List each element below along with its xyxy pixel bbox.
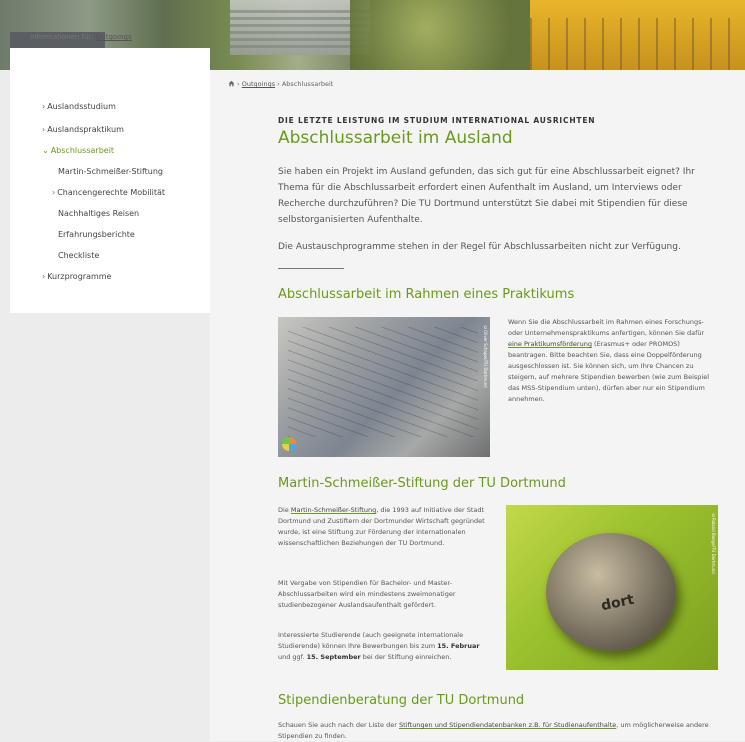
lab-whiteboard-image: ©Oliver Schaper/TU Dortmund bbox=[278, 317, 490, 457]
text-fragment: bei der Stiftung einreichen. bbox=[360, 653, 452, 661]
sidebar-item-label: Chancengerechte Mobilität bbox=[57, 188, 166, 197]
chevron-right-icon: › bbox=[42, 102, 46, 111]
chevron-right-icon: › bbox=[42, 272, 46, 281]
sidebar-item-martin-schmeisser[interactable]: Martin-Schmeißer-Stiftung bbox=[58, 167, 163, 176]
sidebar-item-label: Kurzprogramme bbox=[47, 272, 112, 281]
medal-coin bbox=[546, 533, 676, 651]
sidebar-item-label: Auslandsstudium bbox=[47, 102, 116, 111]
text-fragment: und ggf. bbox=[278, 653, 307, 661]
text-fragment: (Erasmus+ oder PROMOS) beantragen. Bitte… bbox=[508, 340, 710, 403]
sidebar-item-label: Erfahrungsberichte bbox=[58, 230, 135, 239]
page-title: Abschlussarbeit im Ausland bbox=[278, 128, 513, 148]
sidebar-intro-label: Informationen für: bbox=[30, 33, 94, 41]
breadcrumb-current: Abschlussarbeit bbox=[281, 80, 334, 88]
whiteboard-sketch bbox=[288, 327, 478, 437]
breadcrumb-separator: › bbox=[237, 80, 240, 88]
image-credit: ©Roland Baege/TU Dortmund bbox=[711, 513, 716, 574]
sidebar-item-label: Checkliste bbox=[58, 251, 100, 260]
text-fragment: Interessierte Studierende (auch geeignet… bbox=[278, 631, 464, 650]
home-icon[interactable] bbox=[228, 80, 235, 87]
sidebar-item-abschlussarbeit[interactable]: ⌄ Abschlussarbeit bbox=[42, 146, 114, 155]
chevron-down-icon: ⌄ bbox=[42, 146, 49, 155]
deadline-date: 15. Februar bbox=[437, 642, 480, 650]
breadcrumb: › Outgoings › Abschlussarbeit bbox=[228, 80, 333, 88]
section-text-stiftung-p3: Interessierte Studierende (auch geeignet… bbox=[278, 630, 490, 663]
sidebar-item-chancengerechte-mobilitaet[interactable]: › Chancengerechte Mobilität bbox=[52, 188, 165, 197]
sidebar-item-auslandspraktikum[interactable]: › Auslandspraktikum bbox=[42, 125, 124, 134]
link-stipendiendatenbanken[interactable]: Stiftungen und Stipendiendatenbanken z.B… bbox=[399, 721, 616, 729]
intro-paragraph: Sie haben ein Projekt im Ausland gefunde… bbox=[278, 167, 695, 225]
sidebar-item-label: Martin-Schmeißer-Stiftung bbox=[58, 167, 163, 176]
link-praktikumsfoerderung[interactable]: eine Praktikumsförderung bbox=[508, 340, 592, 348]
text-fragment: Die bbox=[278, 506, 291, 514]
sidebar-item-auslandsstudium[interactable]: › Auslandsstudium bbox=[42, 102, 116, 111]
sidebar-item-label: Abschlussarbeit bbox=[50, 146, 115, 155]
section-text-praktikum: Wenn Sie die Abschlussarbeit im Rahmen e… bbox=[508, 317, 718, 405]
section-text-stiftung-p1: Die Martin-Schmeißer-Stiftung, die 1993 … bbox=[278, 505, 490, 549]
chevron-right-icon: › bbox=[52, 188, 56, 197]
deadline-date: 15. September bbox=[306, 653, 361, 661]
intro-note: Die Austauschprogramme stehen in der Reg… bbox=[278, 242, 681, 252]
sidebar-item-label: Auslandspraktikum bbox=[47, 125, 124, 134]
link-martin-schmeisser-stiftung[interactable]: Martin-Schmeißer-Stiftung bbox=[291, 506, 376, 514]
section-text-stiftung-p2: Mit Vergabe von Stipendien für Bachelor-… bbox=[278, 579, 456, 609]
section-title-praktikum: Abschlussarbeit im Rahmen eines Praktiku… bbox=[278, 287, 575, 302]
breadcrumb-separator: › bbox=[277, 80, 280, 88]
chevron-right-icon: › bbox=[42, 125, 46, 134]
medal-image: dort ©Roland Baege/TU Dortmund bbox=[506, 505, 718, 670]
banner-building-center bbox=[230, 0, 370, 55]
breadcrumb-link-outgoings[interactable]: Outgoings bbox=[242, 80, 275, 88]
image-credit: ©Oliver Schaper/TU Dortmund bbox=[483, 325, 488, 388]
sidebar-intro-link[interactable]: Outgoings bbox=[96, 33, 132, 41]
section-title-stiftung: Martin-Schmeißer-Stiftung der TU Dortmun… bbox=[278, 476, 566, 491]
section-title-stipendienberatung: Stipendienberatung der TU Dortmund bbox=[278, 693, 525, 708]
color-wheel-icon bbox=[282, 437, 296, 451]
sidebar-item-erfahrungsberichte[interactable]: Erfahrungsberichte bbox=[58, 230, 135, 239]
sidebar-item-checkliste[interactable]: Checkliste bbox=[58, 251, 99, 260]
text-fragment: Wenn Sie die Abschlussarbeit im Rahmen e… bbox=[508, 318, 705, 337]
banner-trees bbox=[350, 0, 540, 70]
sidebar-intro: Informationen für: Outgoings bbox=[30, 33, 132, 41]
sidebar-item-label: Nachhaltiges Reisen bbox=[58, 209, 140, 218]
banner-building-right bbox=[530, 0, 745, 70]
section-text-stipendienberatung: Schauen Sie auch nach der Liste der Stif… bbox=[278, 720, 723, 742]
page-kicker: DIE LETZTE LEISTUNG IM STUDIUM INTERNATI… bbox=[278, 116, 596, 125]
divider bbox=[278, 268, 344, 269]
sidebar-item-nachhaltiges-reisen[interactable]: Nachhaltiges Reisen bbox=[58, 209, 139, 218]
text-fragment: Schauen Sie auch nach der Liste der bbox=[278, 721, 399, 729]
sidebar-item-kurzprogramme[interactable]: › Kurzprogramme bbox=[42, 272, 111, 281]
